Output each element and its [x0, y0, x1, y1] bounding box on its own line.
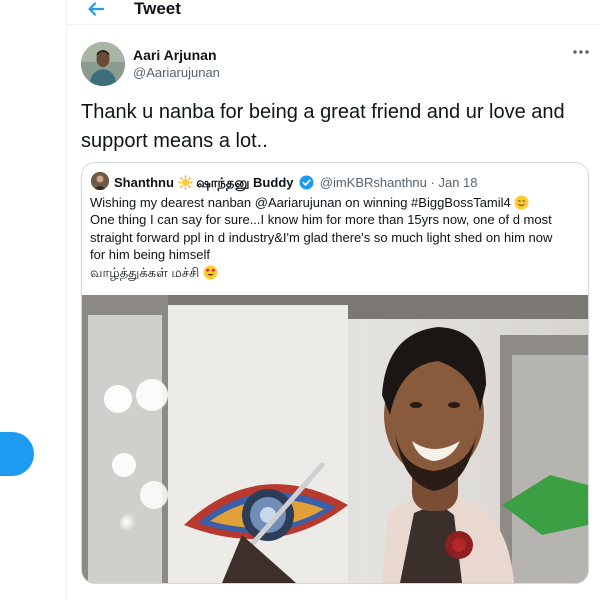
quoted-avatar-photo	[91, 172, 109, 190]
separator-dot: ·	[430, 175, 435, 190]
smiling-face-emoji-icon	[514, 195, 529, 210]
quoted-tweet-date: Jan 18	[438, 175, 478, 190]
tweet-compose-button[interactable]	[0, 432, 34, 476]
quoted-author-name: Shanthnu	[114, 175, 174, 190]
quoted-author-handle: @imKBRshanthnu	[319, 175, 427, 190]
tweet-text-line: support means a lot..	[81, 130, 268, 152]
heart-eyes-emoji-icon	[203, 265, 218, 280]
quoted-text-line: Wishing my dearest nanban @Aariarujunan …	[90, 194, 580, 211]
author-handle[interactable]: @Aariarujunan	[133, 65, 220, 80]
left-navigation-pane	[0, 0, 66, 600]
page-title: Tweet	[134, 0, 181, 18]
quoted-text-line: One thing I can say for sure...I know hi…	[90, 212, 552, 228]
sun-emoji-icon	[178, 175, 193, 190]
more-dots-icon[interactable]	[571, 44, 591, 60]
quoted-tweet-card[interactable]: Shanthnu ஷாந்தனு Buddy @imKBRshanthnu · …	[81, 162, 589, 584]
tweet-text-line: Thank u nanba for being a great friend a…	[81, 101, 565, 123]
tweet-text: Thank u nanba for being a great friend a…	[81, 98, 591, 156]
quoted-text-line-content: Wishing my dearest nanban @Aariarujunan …	[90, 195, 511, 210]
page-header: Tweet	[67, 0, 600, 25]
tweet-detail-column: Tweet Aari Arjunan @Aariarujunan Thank u…	[66, 0, 600, 600]
author-avatar[interactable]	[81, 42, 125, 86]
avatar-photo	[81, 42, 125, 86]
arrow-left-icon[interactable]	[85, 0, 107, 20]
quoted-text-line-content: வாழ்த்துக்கள் மச்சி	[90, 264, 200, 280]
quoted-author-name-suffix: Buddy	[253, 175, 294, 190]
quoted-text-line: straight forward ppl in d industry&I'm g…	[90, 229, 553, 245]
quoted-text-line: for him being himself	[90, 247, 210, 263]
quoted-text-line: வாழ்த்துக்கள் மச்சி	[90, 264, 580, 281]
author-name[interactable]: Aari Arjunan	[133, 47, 217, 63]
header-divider	[67, 24, 600, 25]
verified-badge-icon	[299, 175, 314, 190]
quoted-tweet-header: Shanthnu ஷாந்தனு Buddy @imKBRshanthnu · …	[114, 174, 478, 191]
quoted-author-avatar	[91, 172, 109, 190]
quoted-tweet-text: Wishing my dearest nanban @Aariarujunan …	[90, 194, 580, 281]
quoted-author-name-tamil: ஷாந்தனு	[196, 175, 250, 190]
quoted-tweet-photo[interactable]	[82, 295, 588, 583]
